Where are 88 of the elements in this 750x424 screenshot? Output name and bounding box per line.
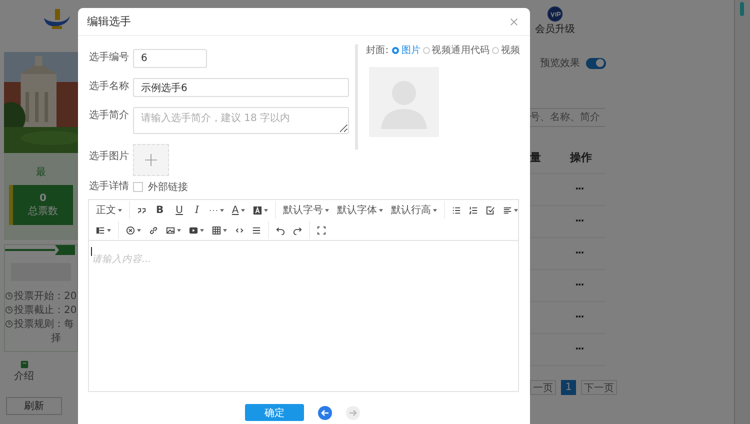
- more-actions[interactable]: ···: [575, 216, 584, 227]
- intro-field[interactable]: 请输入选手简介，建议 18 字以内: [133, 107, 349, 134]
- clock-icon: [5, 320, 13, 328]
- next-page-button[interactable]: 下一页: [581, 380, 617, 395]
- more-actions[interactable]: ···: [575, 344, 584, 355]
- caret-icon: [220, 208, 224, 212]
- bullets-icon: [452, 206, 461, 214]
- lineheight-button[interactable]: 默认行高: [386, 201, 441, 219]
- bold-button[interactable]: B: [150, 201, 170, 219]
- underline-button[interactable]: U: [170, 201, 189, 219]
- banner-text: 最: [36, 166, 46, 179]
- fontfamily-button[interactable]: 默认字体: [332, 201, 387, 219]
- cover-label: 封面:: [366, 44, 388, 57]
- video-icon: [189, 226, 198, 234]
- undo-icon: [276, 226, 285, 234]
- field-label: 选手图片: [88, 150, 130, 164]
- ribbon-drawing: [5, 245, 75, 255]
- caret-icon: [378, 208, 383, 212]
- divider-icon: [252, 226, 261, 234]
- page-button[interactable]: 1: [561, 380, 576, 395]
- plus-icon: [145, 154, 157, 166]
- numbers-icon: [468, 206, 478, 214]
- quote-icon: [137, 206, 146, 214]
- table-icon: [212, 226, 221, 234]
- confirm-button[interactable]: 确定: [245, 404, 304, 421]
- more-actions[interactable]: ···: [575, 280, 584, 291]
- emoji-icon: [126, 226, 135, 234]
- more-actions[interactable]: ···: [575, 312, 584, 323]
- field-label: 选手编号: [88, 50, 130, 65]
- vip-badge-icon: [547, 6, 563, 22]
- fullscreen-icon: [317, 226, 326, 234]
- external-link-checkbox[interactable]: 外部链接: [133, 180, 188, 194]
- caret-icon: [223, 228, 227, 232]
- caret-icon: [514, 208, 518, 212]
- info-text: 投票开始：20: [14, 290, 77, 303]
- prev-page-button[interactable]: 一页: [530, 380, 556, 395]
- field-label: 选手简介: [88, 108, 130, 123]
- cover-option[interactable]: 图片: [392, 44, 421, 57]
- field-label: 选手详情: [88, 180, 130, 194]
- caret-icon: [107, 228, 111, 232]
- vip-label: 会员升级: [535, 22, 575, 36]
- info-text: 投票规则：每: [14, 318, 74, 331]
- stat-value: 0: [40, 192, 46, 204]
- link-icon: [149, 226, 158, 234]
- bgcolor-icon: [252, 206, 262, 214]
- todo-icon: [486, 206, 495, 214]
- field-label: 选手名称: [88, 80, 130, 94]
- align-icon: [502, 206, 512, 214]
- italic-button[interactable]: I: [188, 201, 205, 219]
- logo-icon: [42, 8, 72, 30]
- number-field[interactable]: 6: [133, 49, 207, 68]
- preview-toggle[interactable]: [586, 58, 606, 68]
- caret-icon: [118, 208, 122, 212]
- caret-icon: [264, 208, 268, 212]
- dialog-title: 编辑选手: [87, 14, 131, 29]
- scrollbar-thumb[interactable]: [740, 2, 744, 16]
- clock-icon: [5, 292, 13, 300]
- redo-icon: [293, 226, 302, 234]
- info-text: 投票截止：20: [14, 304, 77, 317]
- indent-icon: [96, 226, 105, 234]
- info-text: 择: [50, 332, 62, 345]
- name-field[interactable]: 示例选手6: [133, 78, 349, 97]
- caret-icon: [240, 208, 245, 212]
- image-icon: [166, 226, 175, 234]
- column-header: 量: [530, 150, 541, 164]
- fontcolor-button[interactable]: A: [228, 201, 249, 219]
- caret-icon: [137, 228, 141, 232]
- heading-button[interactable]: 正文: [92, 201, 126, 219]
- more-actions[interactable]: ···: [575, 184, 584, 195]
- intro-tab[interactable]: 介绍: [4, 360, 44, 383]
- avatar-placeholder-icon: [369, 67, 439, 137]
- book-icon: [20, 360, 28, 369]
- caret-icon: [200, 228, 204, 232]
- code-icon: [235, 226, 244, 234]
- close-icon[interactable]: [510, 18, 518, 26]
- cover-option[interactable]: 视频通用代码: [422, 44, 490, 57]
- caret-icon: [324, 208, 329, 212]
- caret-icon: [432, 208, 437, 212]
- fontsize-button[interactable]: 默认字号: [278, 201, 333, 219]
- refresh-button[interactable]: 刷新: [6, 397, 62, 415]
- more-actions[interactable]: ···: [575, 248, 584, 259]
- caret-icon: [177, 228, 181, 232]
- clock-icon: [5, 306, 13, 314]
- preview-label: 预览效果: [540, 57, 580, 70]
- stat-label: 总票数: [28, 204, 58, 218]
- column-header: 操作: [570, 150, 592, 164]
- search-field[interactable]: 号、名称、简介: [530, 108, 605, 127]
- cover-option[interactable]: 视频: [492, 44, 520, 57]
